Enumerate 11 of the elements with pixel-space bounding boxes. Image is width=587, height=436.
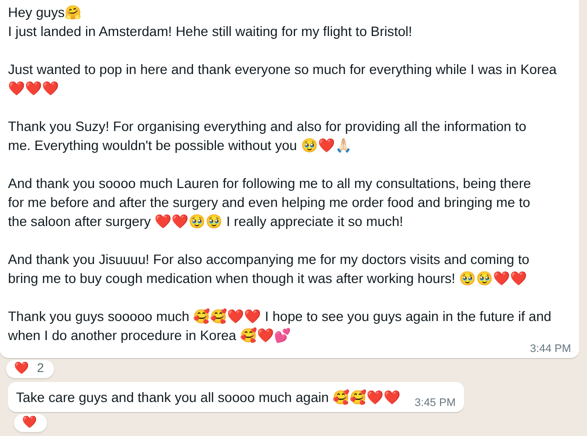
- message-text: Just wanted to pop in here and thank everyone so much for everything while I was in Korea ❤❤❤: [8, 61, 558, 98]
- timestamp: 3:44 PM: [530, 343, 571, 355]
- message-text: Take care guys and thank you all soooo much again 🥰🥰❤❤: [16, 388, 401, 407]
- message-text: And thank you soooo much Lauren for following me to all my consultations, being there for me before and after the surgery and even helping me order food and bringing me to the saloon after surgery ❤❤🥹🥹 I really appreciate it so much!: [8, 175, 532, 231]
- message-text: Hey guys🤗 I just landed in Amsterdam! Hehe still waiting for my flight to Bristol!: [8, 4, 414, 41]
- message-text: Thank you guys sooooo much 🥰🥰❤❤ I hope to see you guys again in the future if and when I do another procedure in Korea 🥰❤💕: [8, 308, 552, 344]
- message-text: And thank you Jisuuuu! For also accompanying me for my doctors visits and coming to bring me to buy cough medication when though it was after working hours! 🥹🥹❤❤: [8, 251, 530, 288]
- message-text: Thank you Suzy! For organising everything and also for providing all the information to me. Everything wouldn't be possible without you 🥹❤🙏🏻: [8, 118, 528, 155]
- reaction-pill[interactable]: ❤: [14, 414, 47, 432]
- reaction-pill[interactable]: ❤ 2: [6, 360, 54, 378]
- timestamp: 3:45 PM: [414, 397, 456, 409]
